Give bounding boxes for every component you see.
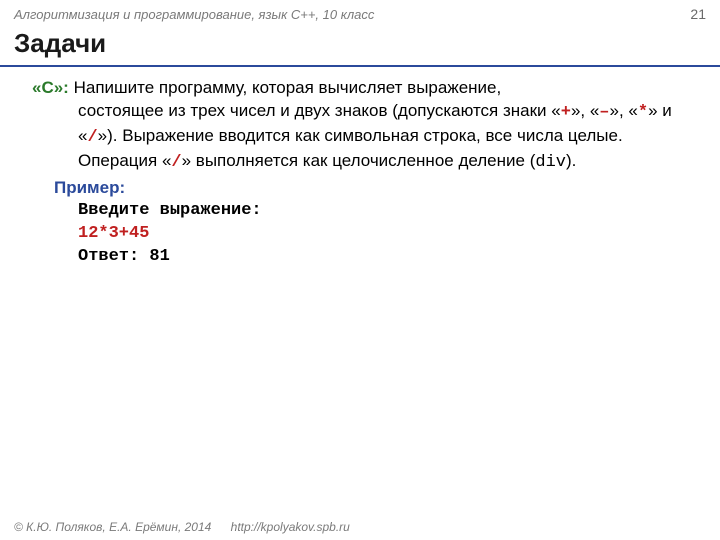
footer-url: http://kpolyakov.spb.ru — [231, 520, 350, 534]
task-text: » выполняется как целочисленное деление … — [182, 151, 536, 170]
task-text-start: Напишите программу, которая вычисляет вы… — [69, 78, 501, 97]
task-first-line: «С»: Напишите программу, которая вычисля… — [32, 77, 688, 100]
slide-header: Алгоритмизация и программирование, язык … — [0, 0, 720, 26]
slide-footer: © К.Ю. Поляков, Е.А. Ерёмин, 2014 http:/… — [14, 520, 350, 534]
op-div-2: / — [171, 153, 181, 172]
example-answer: Ответ: 81 — [78, 246, 688, 269]
slide-title: Задачи — [0, 26, 720, 67]
slide-content: «С»: Напишите программу, которая вычисля… — [0, 67, 720, 269]
example-block: Введите выражение: 12*3+45 Ответ: 81 — [32, 200, 688, 269]
course-title: Алгоритмизация и программирование, язык … — [14, 7, 374, 22]
op-mul: * — [638, 103, 648, 122]
example-prompt: Введите выражение: — [78, 200, 688, 223]
example-label: Пример: — [32, 177, 688, 200]
op-plus: + — [561, 103, 571, 122]
copyright: © К.Ю. Поляков, Е.А. Ерёмин, 2014 — [14, 520, 211, 534]
task-text: », « — [610, 101, 638, 120]
task-text: состоящее из трех чисел и двух знаков (д… — [78, 101, 561, 120]
page-number: 21 — [690, 6, 706, 22]
op-minus: – — [599, 103, 609, 122]
task-text: ). — [566, 151, 576, 170]
task-text: », « — [571, 101, 599, 120]
div-keyword: div — [535, 153, 566, 172]
op-div: / — [87, 128, 97, 147]
task-body: состоящее из трех чисел и двух знаков (д… — [32, 100, 688, 175]
task-label: «С»: — [32, 78, 69, 97]
example-expression: 12*3+45 — [78, 223, 688, 246]
